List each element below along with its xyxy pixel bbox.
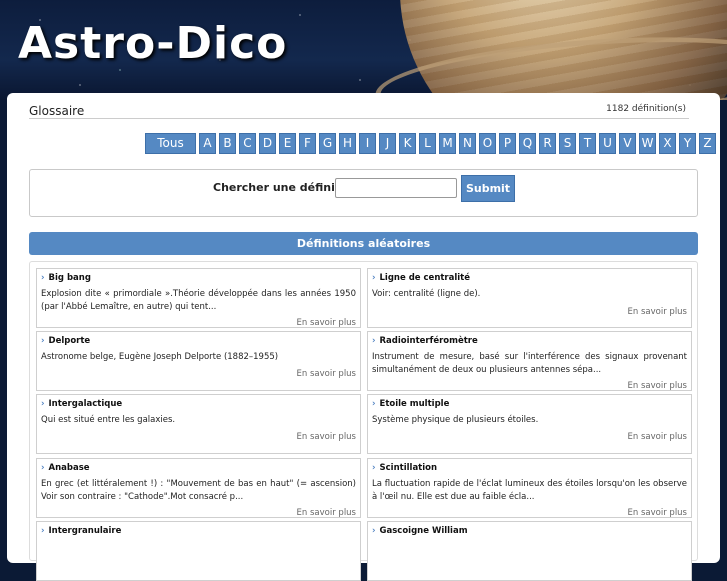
- letter-filter-x[interactable]: X: [659, 133, 676, 154]
- definition-title[interactable]: › Scintillation: [372, 463, 437, 473]
- chevron-right-icon: ›: [372, 463, 376, 473]
- letter-filter-o[interactable]: O: [479, 133, 496, 154]
- definition-description: En grec (et littéralement !) : "Mouvemen…: [41, 479, 356, 502]
- definition-description: Voir: centralité (ligne de).: [372, 289, 481, 299]
- read-more-link[interactable]: En savoir plus: [628, 432, 687, 442]
- site-header: Astro-Dico: [0, 0, 727, 100]
- letter-filter-t[interactable]: T: [579, 133, 596, 154]
- definition-card: › Scintillation La fluctuation rapide de l…: [367, 458, 692, 518]
- definition-description: Explosion dite « primordiale ».Théorie d…: [41, 289, 356, 312]
- definition-title[interactable]: › Ligne de centralité: [372, 273, 470, 283]
- definition-title-text[interactable]: Intergranulaire: [49, 526, 122, 536]
- letter-filter-m[interactable]: M: [439, 133, 456, 154]
- letter-filter-z[interactable]: Z: [699, 133, 716, 154]
- letter-filter-l[interactable]: L: [419, 133, 436, 154]
- letter-filter-y[interactable]: Y: [679, 133, 696, 154]
- read-more-link[interactable]: En savoir plus: [297, 369, 356, 379]
- letter-filter-v[interactable]: V: [619, 133, 636, 154]
- definition-description: Système physique de plusieurs étoiles.: [372, 415, 539, 425]
- letter-filter-a[interactable]: A: [199, 133, 216, 154]
- letter-filter-k[interactable]: K: [399, 133, 416, 154]
- read-more-link[interactable]: En savoir plus: [628, 381, 687, 391]
- page-title: Glossaire: [29, 104, 85, 118]
- chevron-right-icon: ›: [372, 399, 376, 409]
- letter-filter-d[interactable]: D: [259, 133, 276, 154]
- definition-title[interactable]: › Intergranulaire: [41, 526, 121, 536]
- definition-card: › Ligne de centralité Voir: centralité (li…: [367, 268, 692, 328]
- letter-filter-j[interactable]: J: [379, 133, 396, 154]
- definition-card: › Intergranulaire: [36, 521, 361, 581]
- letter-filter-u[interactable]: U: [599, 133, 616, 154]
- letter-filter-e[interactable]: E: [279, 133, 296, 154]
- definition-title-text[interactable]: Intergalactique: [49, 399, 123, 409]
- chevron-right-icon: ›: [41, 526, 45, 536]
- chevron-right-icon: ›: [372, 273, 376, 283]
- definition-title-text[interactable]: Ligne de centralité: [380, 273, 471, 283]
- read-more-link[interactable]: En savoir plus: [297, 432, 356, 442]
- letter-filter-h[interactable]: H: [339, 133, 356, 154]
- definition-title[interactable]: › Big bang: [41, 273, 91, 283]
- definition-title[interactable]: › Radiointerféromètre: [372, 336, 478, 346]
- read-more-link[interactable]: En savoir plus: [297, 508, 356, 518]
- definition-title[interactable]: › Gascoigne William: [372, 526, 468, 536]
- definition-card: › Gascoigne William: [367, 521, 692, 581]
- definition-card: › Big bang Explosion dite « primordiale ».…: [36, 268, 361, 328]
- read-more-link[interactable]: En savoir plus: [628, 508, 687, 518]
- definition-title[interactable]: › Anabase: [41, 463, 90, 473]
- definition-title-text[interactable]: Scintillation: [380, 463, 438, 473]
- read-more-link[interactable]: En savoir plus: [297, 318, 356, 328]
- definition-title-text[interactable]: Delporte: [49, 336, 91, 346]
- definition-title[interactable]: › Intergalactique: [41, 399, 122, 409]
- search-input[interactable]: [335, 178, 457, 198]
- chevron-right-icon: ›: [41, 463, 45, 473]
- submit-button[interactable]: Submit: [461, 175, 515, 202]
- letter-filter-c[interactable]: C: [239, 133, 256, 154]
- letter-filter-n[interactable]: N: [459, 133, 476, 154]
- letter-filter-g[interactable]: G: [319, 133, 336, 154]
- definition-card: › Anabase En grec (et littéralement !) : "…: [36, 458, 361, 518]
- read-more-link[interactable]: En savoir plus: [628, 307, 687, 317]
- definition-card: › Intergalactique Qui est situé entre les …: [36, 394, 361, 454]
- letter-filter-all[interactable]: Tous: [145, 133, 196, 154]
- title-divider: [29, 118, 689, 119]
- chevron-right-icon: ›: [372, 526, 376, 536]
- definition-title-text[interactable]: Anabase: [49, 463, 90, 473]
- alphabet-filter: Tous A B C D E F G H I J K L M N O P Q R S T U V W X Y Z: [145, 133, 716, 154]
- letter-filter-p[interactable]: P: [499, 133, 516, 154]
- random-definitions-header: Définitions aléatoires: [29, 232, 698, 255]
- definition-description: Astronome belge, Eugène Joseph Delporte …: [41, 352, 279, 362]
- chevron-right-icon: ›: [41, 336, 45, 346]
- search-form: Chercher une définition Submit: [29, 169, 698, 217]
- letter-filter-b[interactable]: B: [219, 133, 236, 154]
- definition-description: Instrument de mesure, basé sur l'interfé…: [372, 352, 687, 375]
- definition-title-text[interactable]: Gascoigne William: [380, 526, 468, 536]
- definition-description: La fluctuation rapide de l'éclat lumineu…: [372, 479, 687, 502]
- definition-count: 1182 définition(s): [606, 104, 686, 114]
- definition-card: › Radiointerféromètre Instrument de mesure…: [367, 331, 692, 391]
- chevron-right-icon: ›: [41, 273, 45, 283]
- letter-filter-w[interactable]: W: [639, 133, 656, 154]
- definition-card: › Delporte Astronome belge, Eugène Joseph …: [36, 331, 361, 391]
- definition-card: › Etoile multiple Système physique de plus…: [367, 394, 692, 454]
- random-definitions-grid: › Big bang Explosion dite « primordiale ».…: [29, 261, 698, 581]
- glossary-panel: Glossaire 1182 définition(s) Tous A B C D E F G…: [7, 93, 720, 581]
- site-logo[interactable]: Astro-Dico: [18, 18, 287, 69]
- definition-title-text[interactable]: Big bang: [49, 273, 91, 283]
- letter-filter-s[interactable]: S: [559, 133, 576, 154]
- definition-title-text[interactable]: Radiointerféromètre: [380, 336, 478, 346]
- chevron-right-icon: ›: [372, 336, 376, 346]
- definition-title-text[interactable]: Etoile multiple: [380, 399, 450, 409]
- letter-filter-q[interactable]: Q: [519, 133, 536, 154]
- definition-title[interactable]: › Delporte: [41, 336, 90, 346]
- letter-filter-i[interactable]: I: [359, 133, 376, 154]
- letter-filter-f[interactable]: F: [299, 133, 316, 154]
- letter-filter-r[interactable]: R: [539, 133, 556, 154]
- definition-title[interactable]: › Etoile multiple: [372, 399, 449, 409]
- definition-description: Qui est situé entre les galaxies.: [41, 415, 176, 425]
- chevron-right-icon: ›: [41, 399, 45, 409]
